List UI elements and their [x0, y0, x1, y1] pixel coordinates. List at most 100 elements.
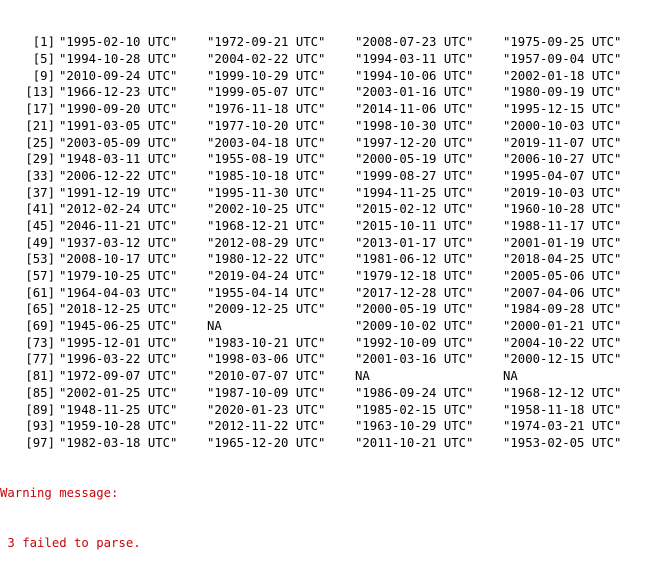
date-value: "2001-01-19 UTC"	[503, 235, 622, 250]
date-value: "2020-01-23 UTC"	[207, 402, 326, 417]
date-value: "1988-11-17 UTC"	[503, 218, 622, 233]
row-index: [29]	[25, 152, 55, 167]
date-value: "1995-12-01 UTC"	[59, 335, 178, 350]
output-row: [13] "1966-12-23 UTC" "1999-05-07 UTC" "200…	[0, 84, 663, 101]
date-value: "2019-11-07 UTC"	[503, 135, 622, 150]
output-row: [61] "1964-04-03 UTC" "1955-04-14 UTC" "201…	[0, 285, 663, 302]
date-value: "2019-10-03 UTC"	[503, 185, 622, 200]
date-value: "1985-02-15 UTC"	[355, 402, 474, 417]
row-index: [77]	[25, 352, 55, 367]
row-index: [53]	[25, 252, 55, 267]
date-value: "1991-12-19 UTC"	[59, 185, 178, 200]
row-index: [65]	[25, 302, 55, 317]
date-value: "2013-01-17 UTC"	[355, 235, 474, 250]
row-index: [61]	[25, 285, 55, 300]
date-value: "1999-08-27 UTC"	[355, 168, 474, 183]
date-value: "1937-03-12 UTC"	[59, 235, 178, 250]
output-row: [93] "1959-10-28 UTC" "2012-11-22 UTC" "196…	[0, 418, 663, 435]
date-value: "2002-01-25 UTC"	[59, 385, 178, 400]
date-value: "2008-07-23 UTC"	[355, 35, 474, 50]
date-value: "1959-10-28 UTC"	[59, 419, 178, 434]
date-value: "1994-10-28 UTC"	[59, 52, 178, 67]
row-index: [25]	[25, 135, 55, 150]
date-value: "2003-01-16 UTC"	[355, 85, 474, 100]
date-value: "2012-11-22 UTC"	[207, 419, 326, 434]
date-value: "2002-10-25 UTC"	[207, 202, 326, 217]
output-row: [73] "1995-12-01 UTC" "1983-10-21 UTC" "199…	[0, 335, 663, 352]
date-value: "1960-10-28 UTC"	[503, 202, 622, 217]
date-value: "1997-12-20 UTC"	[355, 135, 474, 150]
date-value: "1976-11-18 UTC"	[207, 102, 326, 117]
row-index: [45]	[25, 218, 55, 233]
date-value: "2017-12-28 UTC"	[355, 285, 474, 300]
output-row: [21] "1991-03-05 UTC" "1977-10-20 UTC" "199…	[0, 118, 663, 135]
row-index: [81]	[25, 369, 55, 384]
date-value: "1963-10-29 UTC"	[355, 419, 474, 434]
output-row: [41] "2012-02-24 UTC" "2002-10-25 UTC" "201…	[0, 201, 663, 218]
row-index: [89]	[25, 402, 55, 417]
r-console-output: [1] "1995-02-10 UTC" "1972-09-21 UTC" "2008…	[0, 1, 663, 568]
output-row: [1] "1995-02-10 UTC" "1972-09-21 UTC" "2008…	[0, 34, 663, 51]
date-value: "2005-05-06 UTC"	[503, 269, 622, 284]
date-value: "1983-10-21 UTC"	[207, 335, 326, 350]
row-index: [49]	[25, 235, 55, 250]
date-value: "2018-12-25 UTC"	[59, 302, 178, 317]
row-index: [13]	[25, 85, 55, 100]
output-row: [5] "1994-10-28 UTC" "2004-02-22 UTC" "1994…	[0, 51, 663, 68]
date-value: "1964-04-03 UTC"	[59, 285, 178, 300]
date-vector-output: [1] "1995-02-10 UTC" "1972-09-21 UTC" "2008…	[0, 34, 663, 451]
date-value: "1955-04-14 UTC"	[207, 285, 326, 300]
date-value: "2002-01-18 UTC"	[503, 68, 622, 83]
date-value: "2006-10-27 UTC"	[503, 152, 622, 167]
date-value: "1994-03-11 UTC"	[355, 52, 474, 67]
date-value: "1948-11-25 UTC"	[59, 402, 178, 417]
date-value: "2010-07-07 UTC"	[207, 369, 326, 384]
date-value: "2003-05-09 UTC"	[59, 135, 178, 150]
row-index: [73]	[25, 335, 55, 350]
row-index: [17]	[25, 102, 55, 117]
date-value: "2007-04-06 UTC"	[503, 285, 622, 300]
date-value: "1995-11-30 UTC"	[207, 185, 326, 200]
date-value: "1957-09-04 UTC"	[503, 52, 622, 67]
date-value: "1987-10-09 UTC"	[207, 385, 326, 400]
date-value: "1945-06-25 UTC"	[59, 319, 178, 334]
date-value: "2015-02-12 UTC"	[355, 202, 474, 217]
output-row: [97] "1982-03-18 UTC" "1965-12-20 UTC" "201…	[0, 435, 663, 452]
output-row: [69] "1945-06-25 UTC" NA "2009-10-02 UTC" "2…	[0, 318, 663, 335]
date-value: "2009-12-25 UTC"	[207, 302, 326, 317]
date-value: "1953-02-05 UTC"	[503, 435, 622, 450]
output-row: [81] "1972-09-07 UTC" "2010-07-07 UTC" NA NA	[0, 368, 663, 385]
date-value: "1981-06-12 UTC"	[355, 252, 474, 267]
row-index: [69]	[25, 319, 55, 334]
date-value: "2014-11-06 UTC"	[355, 102, 474, 117]
date-value: "1990-09-20 UTC"	[59, 102, 178, 117]
output-row: [17] "1990-09-20 UTC" "1976-11-18 UTC" "201…	[0, 101, 663, 118]
date-value: "1958-11-18 UTC"	[503, 402, 622, 417]
date-value: "2000-12-15 UTC"	[503, 352, 622, 367]
na-value: NA	[355, 369, 370, 384]
date-value: "1996-03-22 UTC"	[59, 352, 178, 367]
date-value: "2010-09-24 UTC"	[59, 68, 178, 83]
row-index: [5]	[32, 52, 55, 67]
row-index: [9]	[32, 68, 55, 83]
date-value: "2004-10-22 UTC"	[503, 335, 622, 350]
date-value: "1972-09-07 UTC"	[59, 369, 178, 384]
row-index: [85]	[25, 385, 55, 400]
date-value: "2009-10-02 UTC"	[355, 319, 474, 334]
row-index: [41]	[25, 202, 55, 217]
date-value: "1985-10-18 UTC"	[207, 168, 326, 183]
na-value: NA	[503, 369, 518, 384]
date-value: "1999-05-07 UTC"	[207, 85, 326, 100]
date-value: "2001-03-16 UTC"	[355, 352, 474, 367]
output-row: [45] "2046-11-21 UTC" "1968-12-21 UTC" "201…	[0, 218, 663, 235]
date-value: "2000-01-21 UTC"	[503, 319, 622, 334]
date-value: "1984-09-28 UTC"	[503, 302, 622, 317]
date-value: "1995-02-10 UTC"	[59, 35, 178, 50]
warning-detail: 3 failed to parse.	[0, 536, 141, 551]
date-value: "2046-11-21 UTC"	[59, 218, 178, 233]
date-value: "2019-04-24 UTC"	[207, 269, 326, 284]
date-value: "1998-03-06 UTC"	[207, 352, 326, 367]
date-value: "1975-09-25 UTC"	[503, 35, 622, 50]
date-value: "1980-12-22 UTC"	[207, 252, 326, 267]
date-value: "2015-10-11 UTC"	[355, 218, 474, 233]
